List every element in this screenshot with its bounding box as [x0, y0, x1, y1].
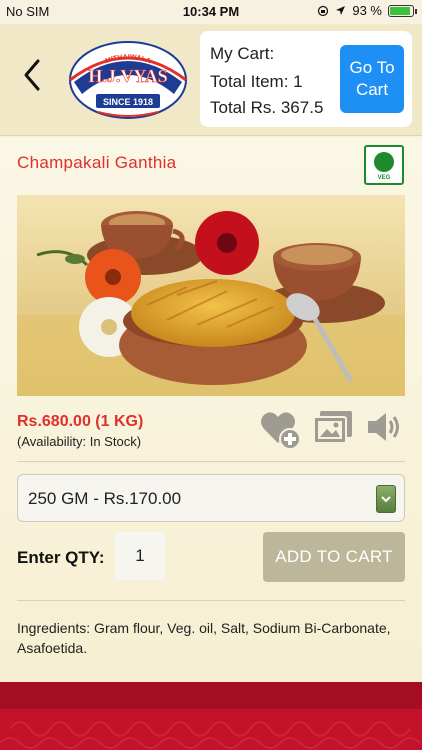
availability-status: (Availability: In Stock) [17, 434, 142, 449]
gallery-button[interactable] [312, 407, 354, 452]
audio-button[interactable] [364, 407, 404, 452]
add-to-cart-button[interactable]: ADD TO CART [263, 532, 405, 582]
size-dropdown[interactable]: 250 GM - Rs.170.00 [17, 474, 405, 522]
app-header: MITHAIWALA H.J.VYAS SINCE 1918 My Cart: … [0, 24, 422, 136]
brand-logo: MITHAIWALA H.J.VYAS SINCE 1918 [66, 36, 190, 122]
speaker-icon [368, 413, 399, 441]
cart-total-items: Total Item: 1 [210, 72, 303, 91]
cart-summary: My Cart: Total Item: 1 Total Rs. 367.5 G… [200, 31, 412, 127]
ingredients-text: Ingredients: Gram flour, Veg. oil, Salt,… [17, 620, 391, 656]
qty-input[interactable] [115, 532, 165, 580]
wishlist-button[interactable] [258, 407, 302, 456]
product-detail: Champakali Ganthia VEG Rs.680.00 (1 KG) … [0, 137, 422, 682]
status-bar: No SIM 10:34 PM 93 % [0, 0, 422, 24]
cart-title: My Cart: [210, 44, 275, 63]
action-icons [258, 407, 408, 451]
footer-banner [0, 682, 422, 750]
footer-band [0, 682, 422, 709]
status-indicators: 93 % [317, 3, 417, 18]
selected-size: 250 GM - Rs.170.00 [28, 489, 182, 508]
logo-since-text: SINCE 1918 [103, 97, 153, 107]
chevron-left-icon [24, 59, 40, 91]
footer-pattern [0, 721, 421, 749]
logo-brand-text: H.J.VYAS [88, 66, 167, 86]
cart-total-amount: Total Rs. 367.5 [210, 98, 324, 117]
product-image [17, 195, 405, 396]
go-to-cart-button[interactable]: Go To Cart [340, 45, 404, 113]
battery-percent: 93 % [352, 3, 382, 18]
divider [17, 461, 405, 462]
dropdown-toggle[interactable] [376, 485, 396, 513]
chevron-down-icon [381, 496, 391, 503]
heart-plus-icon [261, 412, 301, 450]
veg-badge-text: VEG [377, 175, 391, 181]
rotation-lock-icon [318, 5, 329, 16]
veg-dot-icon [374, 152, 394, 172]
qty-label: Enter QTY: [17, 548, 105, 567]
gallery-icon [313, 411, 352, 444]
product-price: Rs.680.00 (1 KG) [17, 413, 144, 430]
veg-badge: VEG [364, 145, 404, 185]
divider [17, 600, 405, 601]
location-icon [336, 6, 346, 15]
battery-icon [388, 4, 417, 17]
back-button[interactable] [14, 50, 50, 100]
product-name: Champakali Ganthia [17, 153, 177, 172]
